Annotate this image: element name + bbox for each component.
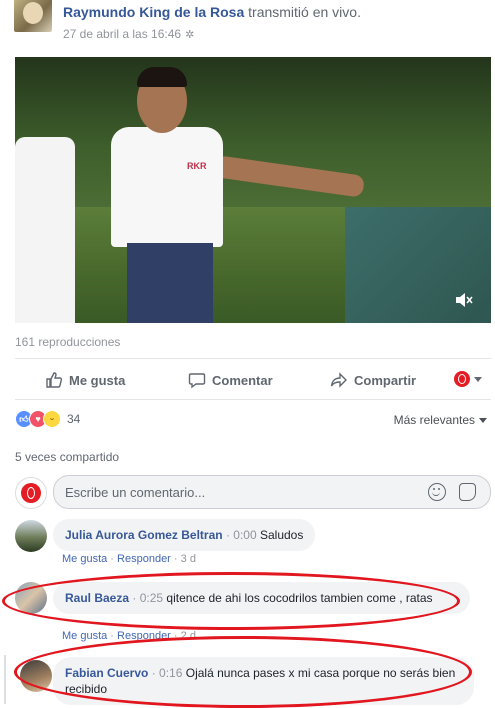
shirt-logo: RKR bbox=[187, 161, 207, 171]
reactions-summary[interactable]: 👍︎ ♥ ᵕ 34 bbox=[15, 410, 80, 428]
comment-input[interactable]: Escribe un comentario... bbox=[53, 475, 491, 509]
emoji-icon[interactable] bbox=[428, 483, 446, 501]
comment-age: 2 d bbox=[180, 630, 196, 642]
comment-actions: Me gusta · Responder · 2 d bbox=[62, 630, 196, 642]
haha-reaction-icon: ᵕ bbox=[43, 410, 61, 428]
comment-text: qitence de ahi los cocodrilos tambien co… bbox=[166, 591, 433, 605]
commenter-name[interactable]: Fabian Cuervo bbox=[65, 666, 148, 680]
divider bbox=[15, 358, 491, 359]
facebook-post: Raymundo King de la Rosa transmitió en v… bbox=[0, 0, 495, 708]
comment-timestamp[interactable]: · 0:16 bbox=[152, 666, 183, 680]
comment-bubble: Fabian Cuervo · 0:16 Ojalá nunca pases x… bbox=[53, 657, 474, 705]
comment-bubble: Julia Aurora Gomez Beltran · 0:00 Saludo… bbox=[53, 519, 316, 551]
author-avatar[interactable] bbox=[14, 0, 52, 32]
commenter-avatar[interactable] bbox=[15, 582, 47, 614]
comment-like-link[interactable]: Me gusta bbox=[62, 553, 107, 565]
commenter-name[interactable]: Raul Baeza bbox=[65, 591, 129, 605]
video-man-shirt bbox=[111, 127, 223, 247]
comment-button[interactable]: Comentar bbox=[188, 369, 273, 391]
share-label: Compartir bbox=[354, 372, 417, 388]
author-name-link[interactable]: Raymundo King de la Rosa bbox=[63, 4, 244, 20]
divider bbox=[15, 399, 491, 400]
commenter-avatar[interactable] bbox=[20, 660, 52, 692]
comment-age: 3 d bbox=[180, 553, 196, 565]
chevron-down-icon bbox=[479, 417, 487, 423]
video-background-trees bbox=[15, 57, 491, 207]
comment-reply-link[interactable]: Responder bbox=[117, 630, 171, 642]
sort-label: Más relevantes bbox=[393, 413, 475, 427]
chevron-down-icon bbox=[474, 376, 482, 382]
like-label: Me gusta bbox=[69, 372, 126, 388]
share-arrow-icon bbox=[330, 372, 347, 388]
share-button[interactable]: Compartir bbox=[330, 369, 416, 391]
like-button[interactable]: Me gusta bbox=[45, 369, 125, 391]
post-as-selector[interactable] bbox=[454, 371, 482, 387]
comment-like-link[interactable]: Me gusta bbox=[62, 630, 107, 642]
share-count[interactable]: 5 veces compartido bbox=[15, 450, 119, 464]
volume-mute-icon[interactable] bbox=[453, 291, 475, 309]
comment-timestamp[interactable]: · 0:00 bbox=[226, 528, 257, 542]
video-man-jeans bbox=[127, 243, 213, 323]
comment-label: Comentar bbox=[212, 372, 273, 388]
post-timestamp-row: 27 de abril a las 16:46 ✲ bbox=[63, 27, 194, 41]
post-action-text: transmitió en vivo. bbox=[248, 4, 361, 20]
sticker-icon[interactable] bbox=[459, 483, 476, 501]
comment-timestamp[interactable]: · 0:25 bbox=[132, 591, 163, 605]
thread-line bbox=[4, 655, 6, 704]
thumbs-up-icon bbox=[46, 372, 63, 388]
comment-bubble-icon bbox=[188, 373, 206, 389]
reaction-count: 34 bbox=[67, 412, 81, 426]
page-avatar bbox=[15, 477, 47, 509]
commenter-avatar[interactable] bbox=[15, 520, 47, 552]
video-person-left bbox=[15, 137, 75, 323]
page-avatar-icon bbox=[454, 371, 470, 387]
video-player[interactable]: RKR bbox=[15, 57, 491, 323]
comment-text: Saludos bbox=[259, 528, 304, 542]
post-timestamp[interactable]: 27 de abril a las 16:46 bbox=[63, 27, 181, 41]
comment-placeholder: Escribe un comentario... bbox=[65, 485, 206, 500]
comment-actions: Me gusta · Responder · 3 d bbox=[62, 553, 196, 565]
video-man-hair bbox=[137, 67, 187, 87]
page-logo-icon bbox=[21, 483, 41, 503]
comment-bubble: Raul Baeza · 0:25 qitence de ahi los coc… bbox=[53, 582, 470, 614]
gear-globe-icon: ✲ bbox=[185, 29, 195, 41]
post-header: Raymundo King de la Rosa transmitió en v… bbox=[63, 4, 361, 20]
comment-reply-link[interactable]: Responder bbox=[117, 553, 171, 565]
sort-comments-dropdown[interactable]: Más relevantes bbox=[394, 413, 487, 427]
view-count: 161 reproducciones bbox=[15, 335, 121, 349]
commenter-name[interactable]: Julia Aurora Gomez Beltran bbox=[65, 528, 223, 542]
